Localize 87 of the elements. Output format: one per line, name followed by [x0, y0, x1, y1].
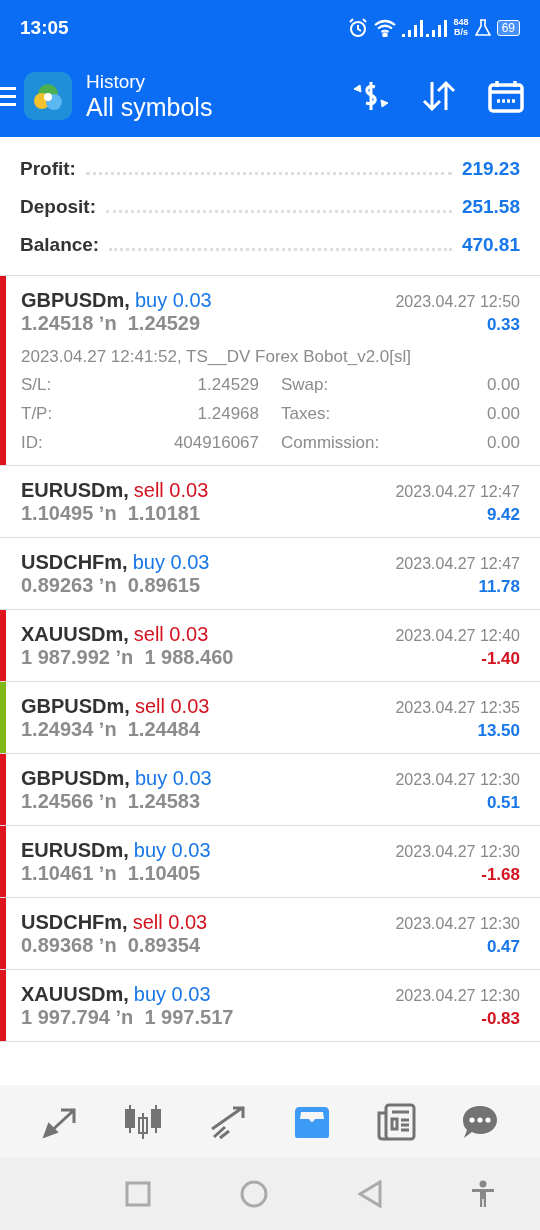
nav-tab[interactable] [124, 1102, 164, 1141]
trade-type: buy 0.03 [133, 839, 211, 862]
deal-profit: 9.42 [486, 505, 520, 525]
field-value: 1.24529 [196, 375, 259, 395]
deal-prices: 1.10495 ʼn 1.10181 [21, 502, 201, 525]
trade-type: buy 0.03 [133, 983, 211, 1006]
deal-profit: -0.83 [481, 1009, 520, 1029]
menu-icon[interactable] [0, 85, 18, 107]
wifi-icon [373, 18, 396, 37]
deal-prices: 1.24566 ʼn 1.24583 [21, 790, 201, 813]
newspaper-icon [375, 1102, 416, 1141]
battery-level: 69 [496, 19, 520, 36]
deal-prices: 1.10461 ʼn 1.10405 [21, 862, 201, 885]
app-logo [24, 72, 72, 120]
deal-prices: 0.89263 ʼn 0.89615 [21, 574, 201, 597]
deal-time: 2023.04.27 12:47 [395, 555, 520, 573]
symbol-name: GBPUSDm, [21, 695, 130, 718]
deal-time: 2023.04.27 12:30 [395, 843, 520, 861]
summary-value: 219.23 [461, 158, 520, 180]
deal-time: 2023.04.27 12:40 [395, 627, 520, 645]
field-label: T/P: [21, 404, 54, 424]
alarm-icon [347, 17, 368, 38]
trade-type: buy 0.03 [132, 551, 210, 574]
deal-time: 2023.04.27 12:35 [395, 699, 520, 717]
symbol-name: EURUSDm, [21, 839, 129, 862]
trade-type: buy 0.03 [134, 767, 212, 790]
deal-prices: 1 987.992 ʼn 1 988.460 [21, 646, 234, 669]
trade-type: sell 0.03 [132, 911, 208, 934]
screen-subtitle: History [86, 70, 147, 93]
field-value: 0.00 [486, 404, 520, 424]
deal-prices: 1.24934 ʼn 1.24484 [21, 718, 201, 741]
summary-value: 251.58 [461, 196, 520, 218]
nav-tab[interactable] [375, 1102, 416, 1141]
field-value: 0.00 [486, 375, 520, 395]
clock-time: 13:05 [20, 16, 70, 39]
field-label: Taxes: [280, 404, 332, 424]
deal-comment: 2023.04.27 12:41:52, TS__DV Forex Bobot_v2.0[sl] [21, 347, 412, 367]
symbol-name: XAUUSDm, [21, 623, 129, 646]
deal-time: 2023.04.27 12:30 [395, 915, 520, 933]
symbol-name: USDCHFm, [21, 551, 128, 574]
network-speed: 848 B/s [453, 17, 469, 38]
deal-time: 2023.04.27 12:47 [395, 483, 520, 501]
deal-profit: 0.51 [486, 793, 520, 813]
field-value: 1.24968 [196, 404, 259, 424]
deal-profit: 11.78 [478, 577, 520, 597]
inbox-icon [292, 1104, 331, 1139]
flask-icon [474, 18, 491, 37]
deal-prices: 1.24518 ʼn 1.24529 [21, 312, 201, 335]
field-label: Commission: [280, 433, 381, 453]
deal-time: 2023.04.27 12:30 [395, 987, 520, 1005]
deal-profit: -1.40 [481, 649, 520, 669]
signal-icon [401, 18, 448, 37]
deal-profit: 0.33 [486, 315, 520, 335]
trade-type: sell 0.03 [133, 479, 209, 502]
deal-time: 2023.04.27 12:30 [395, 771, 520, 789]
currency-exchange-button[interactable] [352, 79, 390, 113]
deal-prices: 0.89368 ʼn 0.89354 [21, 934, 201, 957]
deal-prices: 1 997.794 ʼn 1 997.517 [21, 1006, 234, 1029]
summary-label: Deposit: [20, 196, 96, 218]
sort-button[interactable] [422, 80, 456, 112]
field-value: 404916067 [172, 433, 259, 453]
symbol-name: GBPUSDm, [21, 767, 130, 790]
chat-bubble-icon [461, 1103, 500, 1140]
summary-value: 470.81 [461, 234, 520, 256]
trade-type: sell 0.03 [134, 695, 210, 718]
nav-tab[interactable] [461, 1103, 500, 1140]
deal-profit: -1.68 [481, 865, 520, 885]
deal-time: 2023.04.27 12:50 [395, 293, 520, 311]
field-value: 0.00 [486, 433, 520, 453]
calendar-button[interactable] [488, 79, 524, 113]
symbol-name: USDCHFm, [21, 911, 128, 934]
symbol-name: GBPUSDm, [21, 289, 130, 312]
deal-profit: 13.50 [477, 721, 520, 741]
screen-title: All symbols [86, 92, 214, 122]
field-label: Swap: [280, 375, 330, 395]
accessibility-icon[interactable] [471, 1180, 496, 1208]
symbol-name: EURUSDm, [21, 479, 129, 502]
candlestick-icon [124, 1102, 164, 1141]
trade-type: sell 0.03 [133, 623, 209, 646]
field-label: ID: [21, 433, 44, 453]
summary-label: Profit: [20, 158, 76, 180]
trade-type: buy 0.03 [134, 289, 212, 312]
nav-tab[interactable] [292, 1104, 331, 1139]
symbol-name: XAUUSDm, [21, 983, 129, 1006]
deal-profit: 0.47 [486, 937, 520, 957]
field-label: S/L: [21, 375, 53, 395]
summary-label: Balance: [20, 234, 100, 256]
